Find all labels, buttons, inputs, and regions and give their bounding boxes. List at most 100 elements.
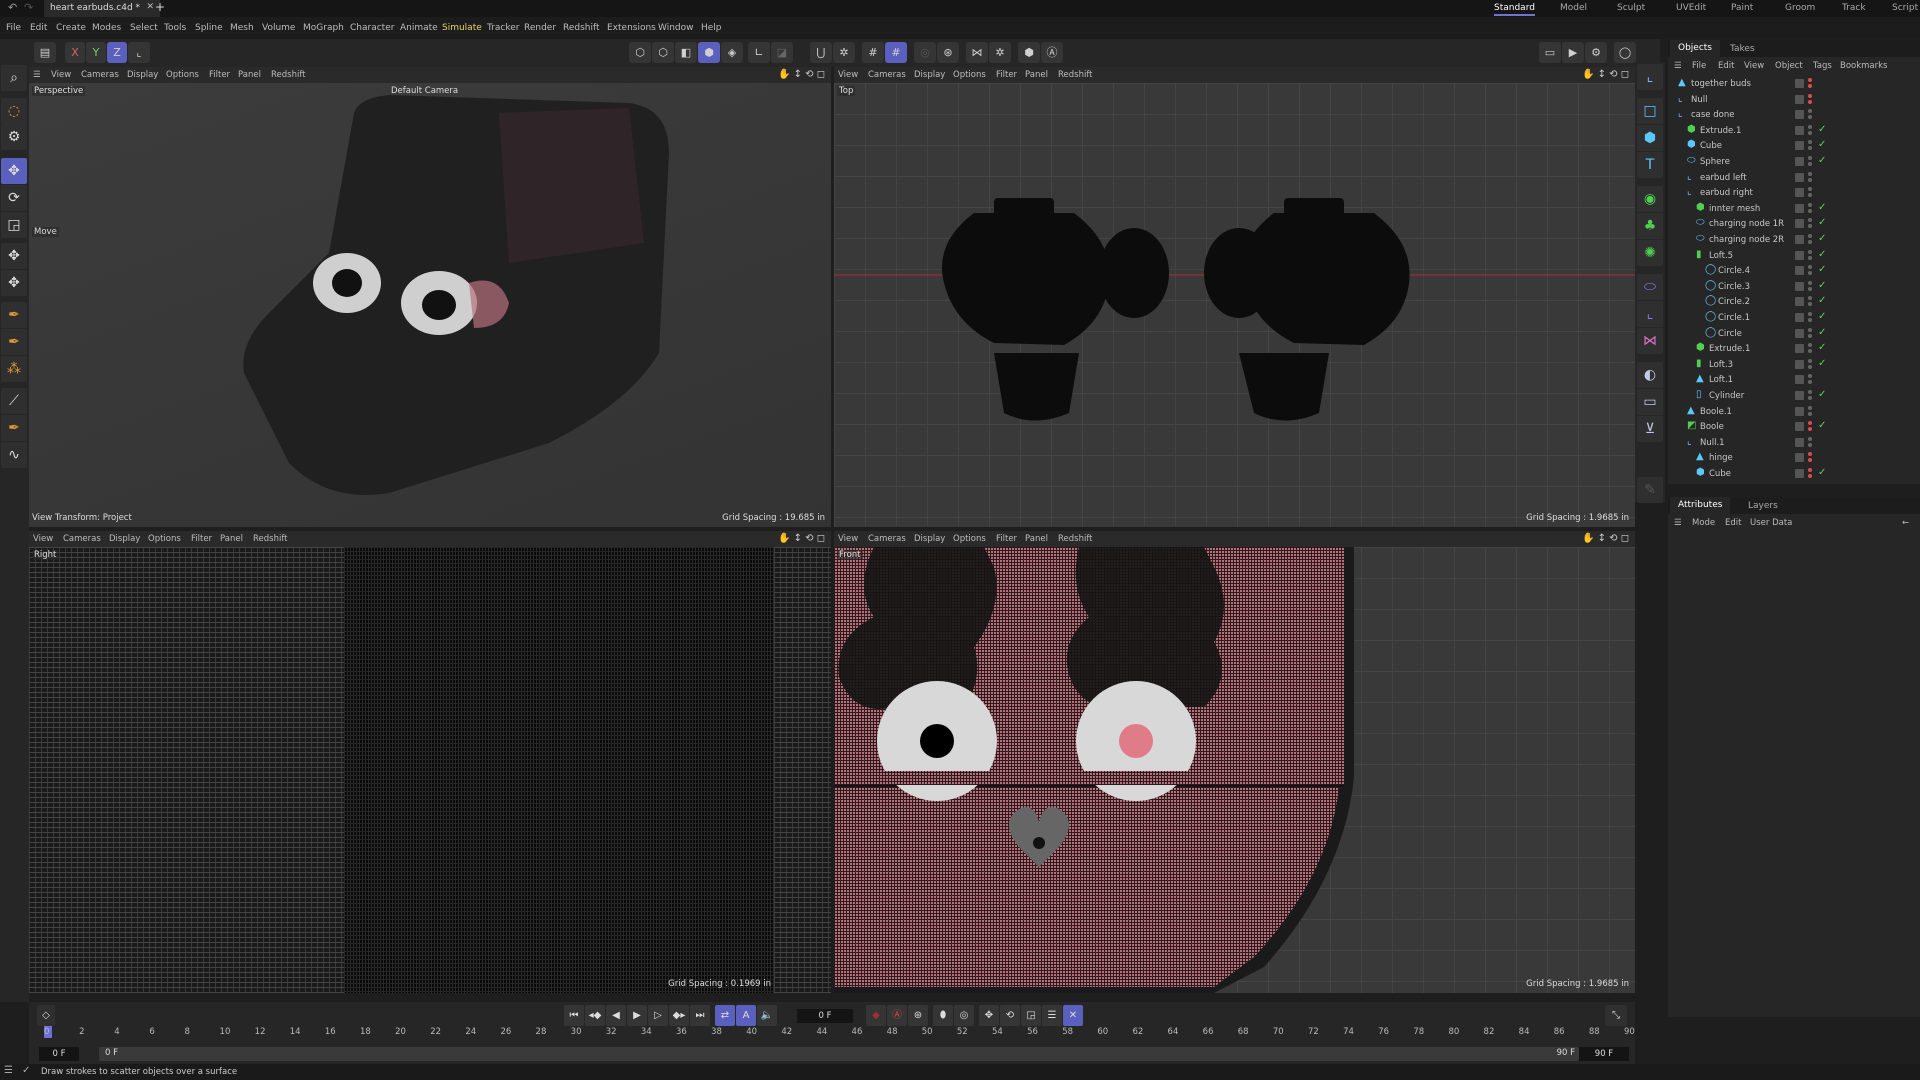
spline-arc-icon[interactable]: ∿: [1, 442, 27, 468]
menu-animate[interactable]: Animate: [400, 23, 438, 33]
enabled-check-icon[interactable]: ✓: [1818, 311, 1826, 322]
timeline-ruler[interactable]: 0 2 4 6 8 10 12 14 16 18 20 22 24 26 28 30 32 34 36 38 40 42 4…: [44, 1002, 1635, 1042]
spline-rectangle-icon[interactable]: □: [1637, 98, 1663, 124]
object-row[interactable]: ◯ Circle.2 ✓: [1668, 294, 1920, 310]
symmetry-settings-icon[interactable]: ✲: [989, 42, 1011, 63]
visibility-dots[interactable]: [1808, 421, 1812, 433]
menu-extensions[interactable]: Extensions: [607, 23, 656, 33]
vp-menu-options[interactable]: Options: [953, 534, 986, 544]
axis-z-toggle[interactable]: Z: [107, 42, 127, 63]
menu-tracker[interactable]: Tracker: [487, 23, 519, 33]
object-row[interactable]: ▮ Loft.5 ✓: [1668, 248, 1920, 264]
layer-edit-icon[interactable]: [1795, 297, 1804, 307]
object-name[interactable]: charging node 2R: [1709, 235, 1784, 245]
visibility-dots[interactable]: [1808, 265, 1812, 277]
visibility-dots[interactable]: [1808, 296, 1812, 308]
menu-tools[interactable]: Tools: [164, 23, 186, 33]
menu-file[interactable]: File: [6, 23, 21, 33]
vp-menu-filter[interactable]: Filter: [191, 534, 212, 544]
render-to-picture-viewer-icon[interactable]: ▶: [1562, 42, 1584, 63]
layer-edit-icon[interactable]: [1795, 453, 1804, 463]
spline-sketch-icon[interactable]: ✒: [1, 329, 27, 355]
object-name[interactable]: Null: [1691, 95, 1707, 105]
solo-mode-icon[interactable]: ◪: [771, 42, 793, 63]
tab-objects[interactable]: Objects: [1670, 40, 1721, 57]
file-tab[interactable]: heart earbuds.c4d * ✕: [44, 0, 160, 17]
viewport-nav-icons[interactable]: ✋ ↕ ⟲ ◻: [778, 533, 825, 544]
spline-pen-icon[interactable]: ✒: [1, 302, 27, 328]
visibility-dots[interactable]: [1808, 452, 1812, 464]
layer-edit-icon[interactable]: [1795, 94, 1804, 104]
object-name[interactable]: Circle.4: [1718, 266, 1750, 276]
layer-edit-icon[interactable]: [1795, 157, 1804, 166]
scale-tool-icon[interactable]: ◲: [1, 212, 27, 238]
object-row[interactable]: ◯ Circle ✓: [1668, 326, 1920, 342]
edges-mode-icon[interactable]: ⬡: [652, 42, 674, 63]
layout-paint[interactable]: Paint: [1731, 3, 1753, 13]
points-mode-icon[interactable]: ⬡: [629, 42, 651, 63]
visibility-dots[interactable]: [1808, 109, 1812, 121]
object-name[interactable]: Boole.1: [1700, 407, 1732, 417]
visibility-dots[interactable]: [1808, 468, 1812, 480]
vp-menu-filter[interactable]: Filter: [996, 70, 1017, 80]
object-name[interactable]: Circle.1: [1718, 313, 1750, 323]
vp-menu-panel[interactable]: Panel: [238, 70, 261, 80]
render-tag-icon[interactable]: ⊻: [1637, 416, 1663, 442]
layer-edit-icon[interactable]: [1795, 375, 1804, 385]
back-arrow-icon[interactable]: ←: [1902, 518, 1909, 528]
layer-edit-icon[interactable]: [1795, 344, 1804, 354]
layer-edit-icon[interactable]: [1795, 328, 1804, 338]
layout-script[interactable]: Script: [1892, 3, 1918, 13]
enabled-check-icon[interactable]: ✓: [1818, 233, 1826, 244]
object-row[interactable]: ⬭ charging node 2R ✓: [1668, 232, 1920, 248]
object-row[interactable]: ⬭ charging node 1R ✓: [1668, 216, 1920, 232]
object-row[interactable]: ⌞ Null.1: [1668, 435, 1920, 451]
visibility-dots[interactable]: [1808, 218, 1812, 230]
enabled-check-icon[interactable]: ✓: [1818, 389, 1826, 400]
enabled-check-icon[interactable]: ✓: [1818, 264, 1826, 275]
scene-archive-icon[interactable]: ▤: [34, 42, 56, 63]
object-row[interactable]: ▲ together buds: [1668, 76, 1920, 92]
visibility-dots[interactable]: [1808, 358, 1812, 371]
enabled-check-icon[interactable]: ✓: [1818, 155, 1826, 166]
mograph-effector-icon[interactable]: ⋈: [1637, 328, 1663, 354]
layout-track[interactable]: Track: [1842, 3, 1866, 13]
enabled-check-icon[interactable]: ✓: [1818, 124, 1826, 135]
visibility-dots[interactable]: [1808, 124, 1812, 137]
object-name[interactable]: Cube: [1709, 469, 1731, 479]
visibility-dots[interactable]: [1808, 78, 1812, 90]
visibility-dots[interactable]: [1808, 343, 1812, 355]
polygons-mode-icon[interactable]: ◧: [675, 42, 697, 63]
enabled-check-icon[interactable]: ✓: [1818, 217, 1826, 228]
enabled-check-icon[interactable]: ✓: [1818, 280, 1826, 291]
menu-character[interactable]: Character: [350, 23, 394, 33]
objects-menu-tags[interactable]: Tags: [1813, 61, 1832, 71]
snap-settings-icon[interactable]: ✲: [833, 42, 855, 63]
vp-menu-cameras[interactable]: Cameras: [63, 534, 101, 544]
end-frame-field[interactable]: 90 F: [1579, 1047, 1629, 1061]
visibility-dots[interactable]: [1808, 374, 1812, 386]
locked-workplane-icon[interactable]: #: [885, 42, 907, 63]
menu-spline[interactable]: Spline: [195, 23, 223, 33]
object-row[interactable]: ⌞ earbud left: [1668, 170, 1920, 186]
null-object-icon[interactable]: ⌞: [1637, 64, 1663, 90]
coordinate-system-icon[interactable]: ⌞: [128, 42, 150, 63]
vp-menu-display[interactable]: Display: [914, 70, 945, 80]
object-name[interactable]: Circle.3: [1718, 282, 1750, 292]
layer-edit-icon[interactable]: [1795, 281, 1804, 291]
object-row[interactable]: ◩ Boole ✓: [1668, 419, 1920, 435]
visibility-dots[interactable]: [1808, 234, 1812, 246]
undo-icon[interactable]: ↶: [8, 1, 17, 14]
menu-render[interactable]: Render: [524, 23, 556, 33]
selection-filter-icon[interactable]: ⚙: [1, 124, 27, 150]
object-name[interactable]: together buds: [1691, 79, 1751, 89]
object-name[interactable]: Extrude.1: [1700, 126, 1741, 136]
vp-menu-options[interactable]: Options: [166, 70, 199, 80]
camera-icon[interactable]: ▭: [1637, 389, 1663, 415]
layout-groom[interactable]: Groom: [1785, 3, 1815, 13]
vp-menu-display[interactable]: Display: [127, 70, 158, 80]
visibility-dots[interactable]: [1808, 436, 1812, 449]
layer-edit-icon[interactable]: [1795, 188, 1804, 198]
texture-mode-icon[interactable]: ◈: [721, 42, 743, 63]
object-row[interactable]: ⬢ Extrude.1 ✓: [1668, 123, 1920, 139]
